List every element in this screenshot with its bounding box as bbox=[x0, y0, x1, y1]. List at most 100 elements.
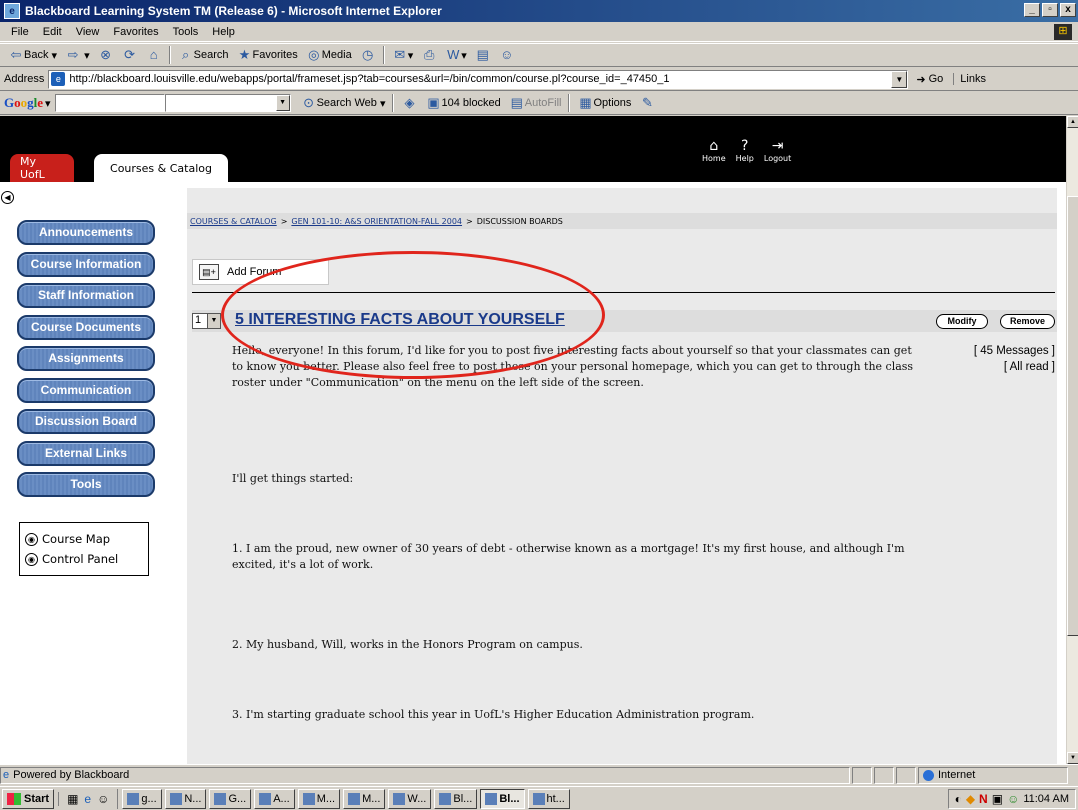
forum-order-select[interactable]: 1 ▼ bbox=[192, 313, 221, 329]
address-input[interactable]: e http://blackboard.louisville.edu/webap… bbox=[48, 69, 909, 89]
nav-assignments[interactable]: Assignments bbox=[17, 346, 155, 371]
autofill-button[interactable]: ▤ AutoFill bbox=[505, 93, 566, 113]
media-button[interactable]: ◎ Media bbox=[302, 45, 356, 65]
add-forum-button[interactable]: ▤+ Add Forum bbox=[192, 259, 329, 285]
google-combo-dropdown[interactable]: ▼ bbox=[275, 95, 290, 111]
menu-tools[interactable]: Tools bbox=[166, 26, 206, 38]
links-button[interactable]: Links bbox=[953, 73, 986, 85]
discuss-button[interactable]: ▤ bbox=[471, 45, 495, 65]
antivirus-icon[interactable]: ◆ bbox=[966, 792, 975, 806]
scroll-thumb[interactable] bbox=[1067, 196, 1078, 636]
messenger-tray-icon[interactable]: ☺ bbox=[1007, 792, 1019, 806]
read-status[interactable]: [ All read ] bbox=[920, 359, 1055, 375]
google-search-input[interactable] bbox=[54, 94, 165, 112]
add-forum-icon: ▤+ bbox=[199, 264, 219, 280]
favorites-button[interactable]: ★ Favorites bbox=[232, 45, 301, 65]
divider bbox=[192, 292, 1055, 293]
window-icon bbox=[532, 792, 545, 805]
refresh-button[interactable]: ⟳ bbox=[118, 45, 142, 65]
forum-title-link[interactable]: 5 INTERESTING FACTS ABOUT YOURSELF bbox=[235, 311, 565, 329]
menu-view[interactable]: View bbox=[69, 26, 107, 38]
ie-icon[interactable]: e bbox=[84, 792, 91, 806]
window-icon bbox=[127, 792, 140, 805]
maximize-button[interactable]: ▫ bbox=[1042, 3, 1058, 17]
options-button[interactable]: ▦ Options bbox=[573, 93, 635, 113]
history-button[interactable]: ◷ bbox=[356, 45, 380, 65]
messenger-icon[interactable]: ☺ bbox=[97, 792, 109, 806]
google-search-combo[interactable]: ▼ bbox=[164, 94, 291, 112]
messenger-button[interactable]: ☺ bbox=[495, 45, 519, 65]
desktop-icon[interactable]: ▦ bbox=[67, 792, 78, 806]
breadcrumb-course[interactable]: GEN 101-10: A&S ORIENTATION-FALL 2004 bbox=[291, 217, 462, 226]
taskbar-window-button[interactable]: Bl... bbox=[480, 788, 525, 809]
favorites-icon: ★ bbox=[238, 47, 251, 62]
taskbar-window-button[interactable]: M... bbox=[297, 788, 341, 809]
address-dropdown[interactable]: ▼ bbox=[891, 70, 908, 88]
toolbar-separator bbox=[392, 94, 395, 112]
minimize-button[interactable]: _ bbox=[1024, 3, 1040, 17]
blackboard-header: My UofL Courses & Catalog ⌂ Home ? Help ⇥ L… bbox=[0, 116, 1066, 182]
collapse-menu-icon[interactable]: ◀ bbox=[1, 191, 14, 204]
messenger-icon: ☺ bbox=[500, 47, 514, 62]
nav-discussion-board[interactable]: Discussion Board bbox=[17, 409, 155, 434]
nav-external-links[interactable]: External Links bbox=[17, 440, 155, 466]
message-count[interactable]: [ 45 Messages ] bbox=[920, 343, 1055, 359]
home-icon: ⌂ bbox=[709, 138, 719, 154]
start-button[interactable]: Start bbox=[2, 788, 55, 809]
home-link[interactable]: ⌂ Home bbox=[702, 138, 726, 163]
forum-paragraph: 2. My husband, Will, works in the Honors… bbox=[232, 638, 583, 651]
taskbar-window-button[interactable]: g... bbox=[122, 788, 163, 809]
menu-file[interactable]: File bbox=[4, 26, 36, 38]
taskbar-button-label: ht... bbox=[546, 792, 565, 805]
nav-tools[interactable]: Tools bbox=[17, 472, 155, 497]
taskbar-window-button[interactable]: N... bbox=[165, 788, 207, 809]
taskbar-window-button[interactable]: G... bbox=[209, 788, 252, 809]
taskbar-window-button[interactable]: M... bbox=[343, 788, 386, 809]
back-button[interactable]: ⇦ Back ▾ bbox=[4, 45, 61, 65]
modify-button[interactable]: Modify bbox=[936, 314, 988, 329]
close-button[interactable]: x bbox=[1060, 3, 1076, 17]
forum-paragraph: I'll get things started: bbox=[232, 472, 354, 485]
volume-icon[interactable]: ◐ bbox=[955, 792, 962, 806]
forward-button[interactable]: ⇨ ▾ bbox=[61, 45, 94, 65]
edit-button[interactable]: W ▾ bbox=[441, 45, 471, 65]
norton-icon[interactable]: N bbox=[979, 792, 988, 806]
nav-staff-information[interactable]: Staff Information bbox=[17, 283, 155, 308]
browser-toolbar: ⇦ Back ▾ ⇨ ▾ ⊗ ⟳ ⌂ ⌕ Search ★ Favorites ◎ Me… bbox=[0, 43, 1078, 67]
menu-help[interactable]: Help bbox=[205, 26, 242, 38]
menu-favorites[interactable]: Favorites bbox=[106, 26, 165, 38]
popup-blocker-button[interactable]: ▣ 104 blocked bbox=[421, 93, 504, 113]
search-button[interactable]: ⌕ Search bbox=[174, 45, 233, 65]
highlight-button[interactable]: ✎ bbox=[635, 93, 659, 113]
taskbar-window-button[interactable]: Bl... bbox=[434, 788, 478, 809]
taskbar-window-button[interactable]: ht... bbox=[527, 788, 570, 809]
remove-button[interactable]: Remove bbox=[1000, 314, 1055, 329]
stop-button[interactable]: ⊗ bbox=[94, 45, 118, 65]
mail-button[interactable]: ✉ ▾ bbox=[388, 45, 418, 65]
taskbar-window-button[interactable]: W... bbox=[388, 788, 432, 809]
home-button[interactable]: ⌂ bbox=[142, 45, 166, 65]
scroll-down-icon[interactable]: ▼ bbox=[1067, 752, 1078, 764]
nav-course-documents[interactable]: Course Documents bbox=[17, 314, 155, 340]
print-button[interactable]: ⎙ bbox=[417, 45, 441, 65]
vertical-scrollbar[interactable]: ▲ ▼ bbox=[1066, 116, 1078, 764]
help-link[interactable]: ? Help bbox=[736, 138, 754, 163]
go-button[interactable]: ➜ Go bbox=[916, 73, 943, 86]
control-panel-link[interactable]: ◉ Control Panel bbox=[25, 549, 143, 569]
breadcrumb-courses[interactable]: COURSES & CATALOG bbox=[190, 217, 277, 226]
pagerank-button[interactable]: ◈ bbox=[397, 93, 421, 113]
google-logo[interactable]: Google bbox=[4, 95, 43, 111]
network-icon[interactable]: ▣ bbox=[992, 792, 1003, 806]
menu-edit[interactable]: Edit bbox=[36, 26, 69, 38]
course-map-link[interactable]: ◉ Course Map bbox=[25, 529, 143, 549]
system-tray: ◐ ◆ N ▣ ☺ 11:04 AM bbox=[947, 789, 1076, 809]
search-web-button[interactable]: ⊙ Search Web ▾ bbox=[297, 93, 390, 113]
taskbar-window-button[interactable]: A... bbox=[254, 788, 295, 809]
nav-communication[interactable]: Communication bbox=[17, 377, 155, 403]
logout-link[interactable]: ⇥ Logout bbox=[764, 138, 791, 163]
nav-announcements[interactable]: Announcements bbox=[17, 220, 155, 245]
tab-courses-catalog[interactable]: Courses & Catalog bbox=[94, 154, 228, 182]
nav-course-information[interactable]: Course Information bbox=[17, 251, 155, 277]
tab-my-uofl[interactable]: My UofL bbox=[10, 154, 74, 182]
scroll-up-icon[interactable]: ▲ bbox=[1067, 116, 1078, 128]
